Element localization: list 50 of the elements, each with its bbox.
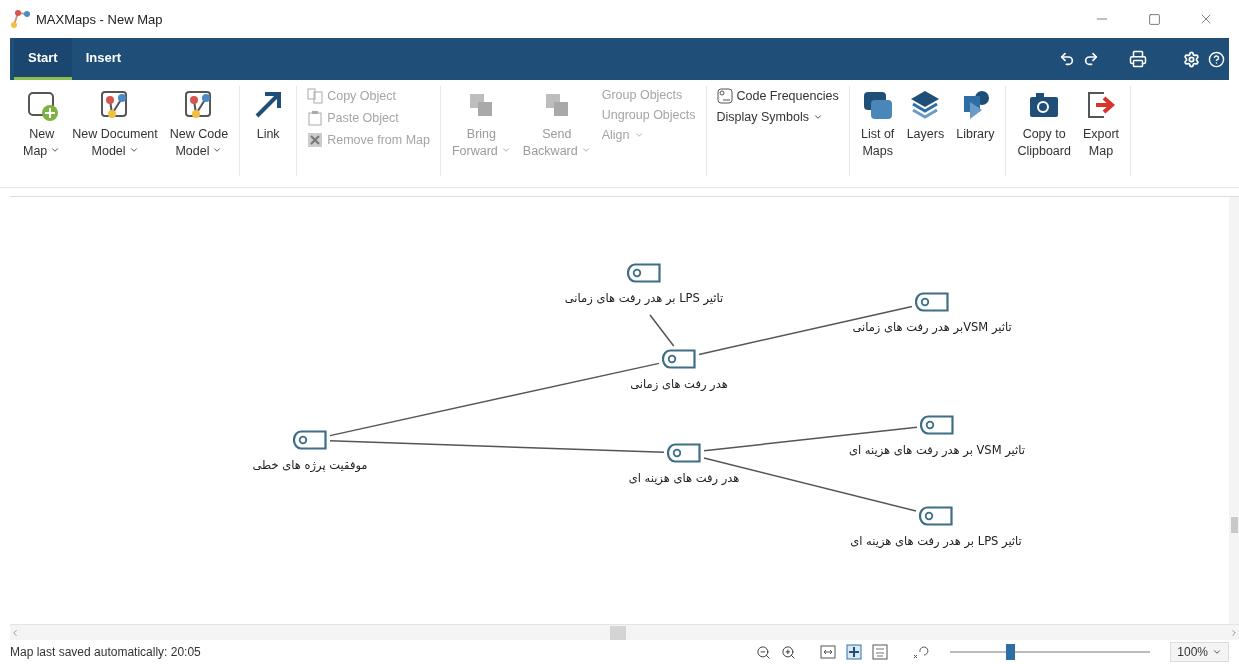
code-node-icon[interactable]: [293, 430, 327, 450]
frequency-icon: [716, 88, 733, 104]
copy-icon: [307, 88, 324, 104]
code-node-icon[interactable]: [920, 415, 954, 435]
code-node-icon[interactable]: [915, 292, 949, 312]
fit-width-icon[interactable]: [820, 644, 837, 660]
zoom-in-icon[interactable]: [781, 644, 797, 660]
slider-thumb[interactable]: [1006, 644, 1016, 660]
ribbon-button[interactable]: Copy to Clipboard: [1014, 86, 1074, 176]
node-label: هدر رفت های زمانی: [630, 377, 728, 391]
ribbon-button[interactable]: Export Map: [1079, 86, 1123, 176]
window-title: MAXMaps - New Map: [36, 11, 164, 27]
ribbon-tab[interactable]: Start: [14, 38, 72, 80]
horizontal-scrollbar[interactable]: [10, 624, 1239, 640]
caret-icon: [1212, 647, 1222, 657]
node-label: موفقیت پرژه های خطی: [252, 458, 368, 472]
clipboard-icon: [307, 110, 324, 126]
scroll-thumb[interactable]: [1231, 517, 1238, 533]
ribbon-button[interactable]: Link: [248, 86, 289, 176]
ribbon-button[interactable]: Display Symbols: [714, 110, 841, 124]
ribbon-button[interactable]: New Document Model: [69, 86, 161, 176]
node-label: تاثیر VSM بر هدر رفت های هزینه ای: [849, 443, 1025, 457]
ribbon-button[interactable]: New Map: [20, 86, 64, 176]
connector-line: [649, 314, 675, 347]
code-node-icon[interactable]: [662, 349, 696, 369]
ribbon-button[interactable]: List of Maps: [857, 86, 898, 176]
zoom-out-icon[interactable]: [756, 644, 772, 660]
zoom-dropdown[interactable]: 100%: [1170, 642, 1229, 662]
remove-icon: [307, 132, 324, 148]
fit-all-icon[interactable]: [846, 644, 863, 660]
ribbon-tab[interactable]: Insert: [71, 38, 136, 80]
node-label: هدر رفت های هزینه ای: [628, 471, 740, 485]
ribbon-button[interactable]: Library: [953, 86, 998, 176]
ribbon-button[interactable]: Layers: [903, 86, 948, 176]
ribbon-button[interactable]: Code Frequencies: [714, 88, 841, 104]
app-logo-icon: [10, 10, 30, 28]
node-label: تاثیر LPS بر هدر رفت های هزینه ای: [850, 534, 1022, 548]
ribbon-button[interactable]: New Code Model: [166, 86, 232, 176]
vertical-scrollbar[interactable]: [1229, 197, 1239, 624]
caret-icon: [812, 112, 823, 122]
status-text: Map last saved automatically: 20:05: [10, 645, 201, 659]
scroll-thumb[interactable]: [610, 625, 626, 640]
node-label: تاثیر LPS بر هدر رفت های زمانی: [564, 291, 724, 305]
caret-icon: [633, 130, 644, 140]
reset-zoom-icon[interactable]: [912, 644, 931, 660]
code-node-icon[interactable]: [919, 506, 953, 526]
node-label: تاثیر VSMبر هدر رفت های زمانی: [852, 320, 1012, 334]
maximize-icon[interactable]: [1147, 12, 1161, 26]
code-node-icon[interactable]: [667, 443, 701, 463]
code-node-icon[interactable]: [627, 263, 661, 283]
